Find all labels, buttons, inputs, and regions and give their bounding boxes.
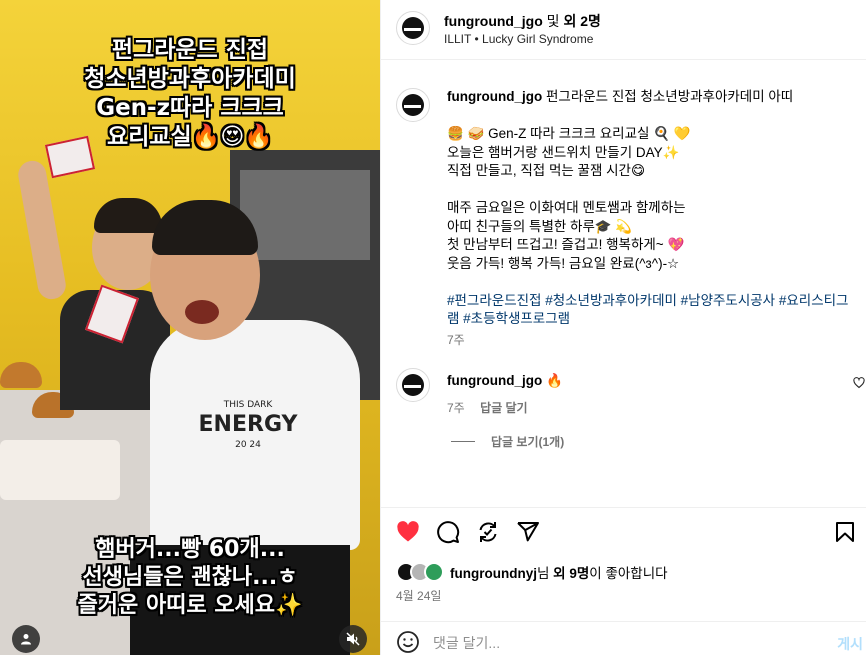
caption-hashtags[interactable]: #펀그라운드진접 #청소년방과후아카데미 #남양주도시공사 #요리스티그 [447,292,861,311]
media-tray [0,440,120,500]
shirt-text-1: THIS DARK [223,400,274,410]
action-icons [396,520,540,544]
comment-like-heart-icon[interactable] [853,377,865,389]
caption-title: 펀그라운드 진접 청소년방과후아카데미 아띠 [546,89,794,104]
commenter-username[interactable]: funground_jgo [447,373,542,388]
mute-button[interactable] [339,625,367,653]
caption-top-line: 청소년방과후아카데미 [84,66,296,92]
collaborators-link[interactable]: 외 2명 [563,13,600,29]
liked-by-username[interactable]: fungroundnyj [450,566,537,581]
audio-separator: • [474,32,479,46]
audio-artist[interactable]: ILLIT [444,32,471,46]
caption-bottom-line: 선생님들은 괜찮나...ㅎ [82,565,298,590]
funground-logo-icon [401,16,425,40]
post-comment-button[interactable]: 게시 [837,634,863,654]
funground-logo-icon [401,373,425,397]
caption-gap [447,181,861,200]
author-line: funground_jgo 및 외 2명 [444,11,601,31]
post-caption: funground_jgo 펀그라운드 진접 청소년방과후아카데미 아띠 🍔 🥪… [447,88,861,329]
view-replies-dash [451,441,475,442]
post-actions: fungroundnyj님 외 9명이 좋아합니다 4월 24일 게시 [381,507,866,655]
caption-gap [447,107,861,126]
author-joiner: 및 [546,13,560,29]
like-button[interactable] [396,520,420,544]
speech-bubble-icon [437,521,460,544]
caption-title-line: funground_jgo 펀그라운드 진접 청소년방과후아카데미 아띠 [447,88,861,107]
caption-author-avatar[interactable] [396,88,430,122]
comment-button[interactable] [436,520,460,544]
post-media[interactable]: THIS DARK ENERGY 20 24 펀그라운드 진접 청소년방과후아카… [0,0,380,655]
comment-item: funground_jgo 🔥 7주 답글 달기 답글 보기(1개) [381,365,866,455]
caption-bottom-line: 햄버거...빵 60개... [95,537,285,562]
post-header: funground_jgo 및 외 2명 ILLIT • Lucky Girl … [381,0,866,60]
liked-others-link[interactable]: 외 9명 [553,566,589,581]
liked-suffix-1: 님 [536,566,550,581]
audio-song[interactable]: Lucky Girl Syndrome [482,32,593,46]
bookmark-icon [836,522,854,542]
caption-top-line: Gen-z따라 크크크 [96,95,284,121]
view-replies-label: 답글 보기(1개) [491,435,565,449]
caption-top-line: 펀그라운드 진접 [111,37,269,63]
commenter-avatar[interactable] [396,368,430,402]
comment-timestamp: 7주 [447,401,465,415]
audio-line[interactable]: ILLIT • Lucky Girl Syndrome [444,32,593,46]
media-shirt-print: THIS DARK ENERGY 20 24 [199,400,299,450]
author-avatar[interactable] [396,11,430,45]
funground-logo-icon [401,93,425,117]
view-replies-button[interactable]: 답글 보기(1개) [451,433,564,450]
heart-filled-icon [397,521,419,542]
caption-line: 아띠 친구들의 특별한 하루🎓 💫 [447,218,633,234]
post-date[interactable]: 4월 24일 [396,587,441,604]
reply-button[interactable]: 답글 달기 [480,401,528,415]
comment-text: 🔥 [546,373,563,388]
paper-plane-icon [517,522,539,542]
comment-composer: 게시 [381,621,866,655]
liker-avatar [424,562,444,582]
tagged-users-button[interactable] [12,625,40,653]
caption-line: 오늘은 햄버거랑 샌드위치 만들기 DAY✨ [447,144,680,160]
caption-line: 직접 만들고, 직접 먹는 꿀잼 시간😋 [447,163,646,178]
repost-button[interactable] [476,520,500,544]
caption-timestamp: 7주 [447,333,465,347]
comment-meta: 7주 답글 달기 [447,399,528,416]
emoji-button[interactable] [396,630,420,655]
share-button[interactable] [516,520,540,544]
caption-line: 🍔 🥪 Gen-Z 따라 크크크 요리교실 🍳 💛 [447,126,691,141]
caption-username[interactable]: funground_jgo [447,89,542,104]
user-icon [21,634,31,645]
media-caption-bottom: 햄버거...빵 60개... 선생님들은 괜찮나...ㅎ 즐거운 아띠로 오세요… [0,536,380,620]
comment-input[interactable] [433,632,793,654]
comment-text-line: funground_jgo 🔥 [447,373,563,389]
smiley-icon [397,631,419,653]
shirt-text-2: ENERGY [199,412,299,437]
author-username[interactable]: funground_jgo [444,13,543,29]
post-comments-area: funground_jgo 펀그라운드 진접 청소년방과후아카데미 아띠 🍔 🥪… [381,60,866,507]
likes-text: fungroundnyj님 외 9명이 좋아합니다 [450,562,668,582]
post-side-panel: funground_jgo 및 외 2명 ILLIT • Lucky Girl … [380,0,866,655]
caption-gap [447,273,861,292]
liked-suffix-2: 이 좋아합니다 [589,566,668,581]
media-caption-top: 펀그라운드 진접 청소년방과후아카데미 Gen-z따라 크크크 요리교실🔥😍🔥 [0,36,380,152]
caption-bottom-line: 즐거운 아띠로 오세요✨ [77,593,303,618]
repost-icon [479,522,497,542]
speaker-muted-icon [346,632,360,646]
caption-line: 첫 만남부터 뜨겁고! 즐겁고! 행복하게~ 💖 [447,237,685,252]
shirt-text-3: 20 24 [235,440,261,450]
caption-top-line: 요리교실🔥😍🔥 [107,124,273,150]
caption-hashtags[interactable]: 램 #초등학생프로그램 [447,310,861,329]
caption-line: 웃음 가득! 행복 가득! 금요일 완료(^ɜ^)-☆ [447,255,680,271]
save-button[interactable] [833,520,857,544]
caption-line: 매주 금요일은 이화여대 멘토쌤과 함께하는 [447,200,686,215]
media-boy-mouth [185,300,219,324]
likes-summary[interactable]: fungroundnyj님 외 9명이 좋아합니다 [396,562,668,582]
